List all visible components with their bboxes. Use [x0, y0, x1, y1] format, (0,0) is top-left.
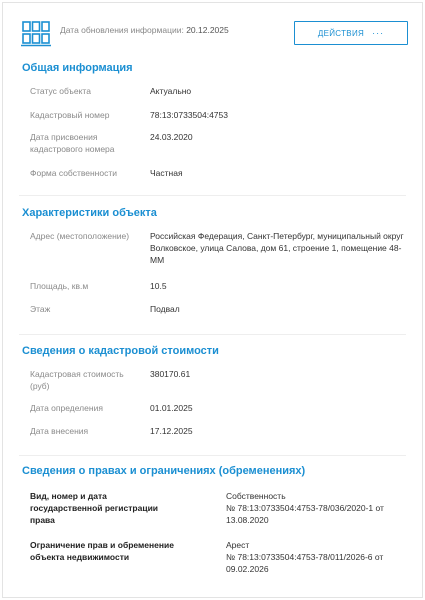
section-title-cadastral-value: Сведения о кадастровой стоимости	[22, 345, 219, 357]
update-info: Дата обновления информации: 20.12.2025	[60, 25, 229, 35]
update-label: Дата обновления информации:	[60, 25, 184, 35]
field-label: Кадастровая стоимость (руб)	[30, 369, 124, 391]
field-value: 17.12.2025	[150, 426, 193, 436]
divider	[19, 334, 406, 335]
field-value: Актуально	[150, 86, 192, 96]
more-dots-icon: ···	[372, 28, 385, 38]
field-value: 380170.61	[150, 369, 191, 379]
divider	[19, 455, 406, 456]
field-label: Этаж	[30, 304, 51, 314]
actions-button[interactable]: ДЕЙСТВИЯ ···	[294, 21, 408, 45]
section-title-characteristics: Характеристики объекта	[22, 207, 157, 219]
rosreestr-logo-icon	[21, 21, 51, 47]
field-label: Статус объекта	[30, 86, 91, 96]
section-title-rights: Сведения о правах и ограничениях (обреме…	[22, 465, 306, 477]
field-value: 10.5	[150, 281, 167, 291]
field-value: 01.01.2025	[150, 403, 193, 413]
field-label: Адрес (местоположение)	[30, 231, 130, 241]
divider	[19, 195, 406, 196]
field-label: Форма собственности	[30, 168, 117, 178]
field-label: Вид, номер и дата государственной регист…	[30, 491, 159, 525]
property-card: Дата обновления информации: 20.12.2025 Д…	[2, 2, 423, 598]
field-value: Собственность № 78:13:0733504:4753-78/03…	[226, 491, 384, 525]
update-date: 20.12.2025	[186, 25, 229, 35]
actions-label: ДЕЙСТВИЯ	[317, 28, 365, 38]
field-value: Российская Федерация, Санкт-Петербург, м…	[150, 231, 404, 265]
field-value: Подвал	[150, 304, 180, 314]
field-label: Ограничение прав и обременение объекта н…	[30, 540, 174, 562]
card-header: Дата обновления информации: 20.12.2025 Д…	[19, 17, 408, 51]
field-value: Арест № 78:13:0733504:4753-78/011/2026-6…	[226, 540, 384, 574]
field-label: Дата внесения	[30, 426, 89, 436]
field-value: Частная	[150, 168, 183, 178]
field-value: 78:13:0733504:4753	[150, 110, 228, 120]
field-label: Кадастровый номер	[30, 110, 110, 120]
field-value: 24.03.2020	[150, 132, 193, 142]
field-label: Дата присвоения кадастрового номера	[30, 132, 115, 154]
section-title-general: Общая информация	[22, 62, 133, 74]
field-label: Площадь, кв.м	[30, 281, 89, 291]
field-label: Дата определения	[30, 403, 103, 413]
